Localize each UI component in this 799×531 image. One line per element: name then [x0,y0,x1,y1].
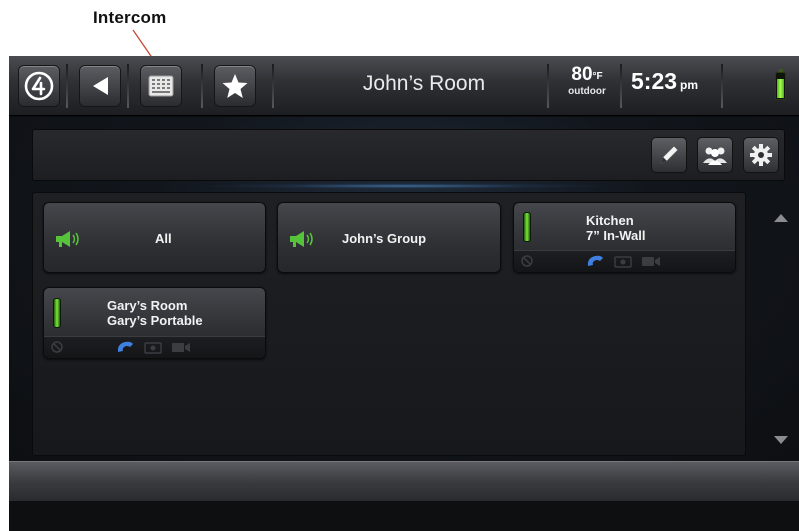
card-label-line1: Gary’s Room [107,298,188,313]
temperature-label: outdoor [568,86,606,97]
toolbar-separator [547,64,549,108]
intercom-button[interactable] [140,65,182,107]
intercom-callout-label: Intercom [93,8,167,27]
camera-icon[interactable] [144,341,162,354]
back-button[interactable] [79,65,121,107]
device-screen: John’s Room 80°F outdoor 5:23 pm All Joh… [9,56,799,531]
scroll-down-arrow-icon[interactable] [774,436,788,444]
phone-call-icon[interactable] [115,339,135,355]
edit-button[interactable] [651,137,687,173]
people-group-icon [703,147,727,165]
intercom-card-all[interactable]: All [43,202,266,273]
phone-call-icon[interactable] [585,253,605,269]
intercom-card-garys-room[interactable]: Gary’s Room Gary’s Portable [43,287,266,359]
bottom-bar [9,461,799,501]
intercom-list-panel: All John’s Group Kitchen 7” In-Wall Gary… [32,192,746,456]
header-glow [209,183,599,189]
outdoor-temperature: 80°F outdoor [558,64,616,98]
top-bar: John’s Room 80°F outdoor 5:23 pm [9,56,799,116]
home-button[interactable] [18,65,60,107]
toolbar-separator [127,64,129,108]
temperature-value: 80 [571,64,593,85]
toolbar-separator [620,64,622,108]
card-label: All [155,231,172,246]
card-action-bar [514,250,735,272]
intercom-card-kitchen[interactable]: Kitchen 7” In-Wall [513,202,736,273]
gear-icon [750,144,772,166]
temperature-unit: °F [592,71,603,82]
status-light [53,298,61,328]
video-icon[interactable] [641,255,661,268]
time-ampm: pm [680,78,699,92]
back-arrow-icon [93,77,108,95]
time-value: 5:23 [631,68,678,94]
do-not-disturb-icon[interactable] [520,254,534,268]
card-label-line1: Kitchen [586,213,634,228]
clock: 5:23 pm [631,68,698,95]
intercom-keypad-icon [148,75,174,97]
intercom-toolbar [32,129,785,181]
groups-button[interactable] [697,137,733,173]
intercom-card-johns-group[interactable]: John’s Group [277,202,501,273]
pencil-icon [660,145,679,164]
star-icon [222,74,248,98]
toolbar-separator [721,64,723,108]
status-light [523,212,531,242]
battery-icon [775,69,786,100]
toolbar-separator [272,64,274,108]
scroll-up-arrow-icon[interactable] [774,214,788,222]
intercom-content: All John’s Group Kitchen 7” In-Wall Gary… [9,117,799,461]
megaphone-icon [290,231,313,247]
card-label-line2: 7” In-Wall [586,228,646,243]
card-label: John’s Group [342,231,427,246]
camera-icon[interactable] [614,255,632,268]
megaphone-icon [56,231,79,247]
room-title[interactable]: John’s Room [309,72,539,96]
video-icon[interactable] [171,341,191,354]
battery-fill [777,79,784,98]
toolbar-separator [66,64,68,108]
settings-button[interactable] [743,137,779,173]
bottom-bezel [9,501,799,531]
card-label-line2: Gary’s Portable [107,313,203,328]
toolbar-separator [201,64,203,108]
do-not-disturb-icon[interactable] [50,340,64,354]
favorites-button[interactable] [214,65,256,107]
card-action-bar [44,336,265,358]
scroll-column [769,192,795,456]
control4-logo-icon [24,71,54,101]
